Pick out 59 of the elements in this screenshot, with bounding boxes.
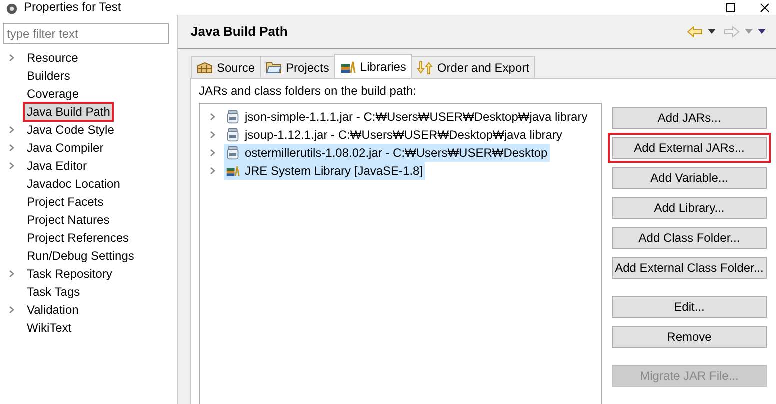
sidebar-item[interactable]: Coverage	[23, 84, 84, 104]
tab[interactable]: Source	[191, 56, 262, 78]
up-down-arrows-icon	[417, 60, 434, 74]
sidebar-item[interactable]: Project Natures	[23, 210, 114, 230]
chevron-icon[interactable]	[209, 167, 217, 175]
tab[interactable]: Projects	[260, 56, 336, 78]
filter-field[interactable]: type filter text	[3, 23, 169, 44]
sidebar-item[interactable]: Java Build Path	[23, 102, 114, 122]
sidebar-item[interactable]: Run/Debug Settings	[23, 246, 138, 266]
build-path-entry[interactable]: json-simple-1.1.1.jar - C:₩Users₩USER₩Desktop₩java library	[224, 108, 590, 126]
action-button[interactable]: Add External JARs...	[612, 137, 767, 159]
package-icon	[197, 60, 213, 74]
back-arrow-icon[interactable]	[687, 26, 703, 38]
sidebar-item[interactable]: Java Compiler	[23, 138, 108, 158]
tab[interactable]: Libraries	[334, 54, 412, 78]
chevron-icon[interactable]	[8, 54, 16, 62]
maximize-icon[interactable]	[726, 3, 736, 13]
action-button[interactable]: Add Library...	[612, 197, 767, 219]
page-title: Java Build Path	[191, 24, 288, 39]
chevron-icon[interactable]	[8, 270, 16, 278]
folder-icon	[266, 60, 282, 74]
sidebar-item[interactable]: WikiText	[23, 318, 76, 338]
sidebar-item[interactable]: Resource	[23, 48, 82, 68]
chevron-icon[interactable]	[209, 149, 217, 157]
action-button[interactable]: Add External Class Folder...	[612, 257, 767, 279]
chevron-icon[interactable]	[8, 306, 16, 314]
build-path-entry[interactable]: jsoup-1.12.1.jar - C:₩Users₩USER₩Desktop₩java library	[224, 126, 564, 144]
window-title: Properties for Test	[24, 0, 122, 15]
jar-icon	[226, 146, 240, 160]
jar-icon	[226, 110, 240, 124]
sidebar-item[interactable]: Javadoc Location	[23, 174, 124, 194]
action-button[interactable]: Add Variable...	[612, 167, 767, 189]
list-label: JARs and class folders on the build path:	[199, 84, 418, 98]
sidebar-item[interactable]: Project Facets	[23, 192, 108, 212]
chevron-icon[interactable]	[209, 131, 217, 139]
action-button[interactable]: Remove	[612, 326, 767, 348]
action-button[interactable]: Add JARs...	[612, 107, 767, 129]
tab[interactable]: Order and Export	[411, 56, 536, 78]
sidebar-item[interactable]: Validation	[23, 300, 83, 320]
close-icon[interactable]	[760, 3, 770, 13]
action-button[interactable]: Edit...	[612, 296, 767, 318]
chevron-icon[interactable]	[8, 162, 16, 170]
dropdown-icon[interactable]	[708, 29, 716, 34]
sidebar-item[interactable]: Java Editor	[23, 156, 92, 176]
menu-icon[interactable]	[758, 29, 766, 34]
sidebar-item[interactable]: Project References	[23, 228, 134, 248]
chevron-icon[interactable]	[8, 126, 16, 134]
books-icon	[226, 164, 240, 178]
build-path-entry[interactable]: JRE System Library [JavaSE-1.8]	[224, 162, 426, 180]
sidebar-item[interactable]: Builders	[23, 66, 74, 86]
jar-icon	[226, 128, 240, 142]
books-icon	[340, 60, 356, 74]
build-path-entry[interactable]: ostermillerutils-1.08.02.jar - C:₩Users₩USER₩Desktop	[224, 144, 550, 162]
sidebar-item[interactable]: Task Repository	[23, 264, 116, 284]
sidebar-item[interactable]: Task Tags	[23, 282, 84, 302]
chevron-icon[interactable]	[8, 144, 16, 152]
sidebar-item[interactable]: Java Code Style	[23, 120, 118, 140]
action-button[interactable]: Add Class Folder...	[612, 227, 767, 249]
chevron-icon[interactable]	[209, 113, 217, 121]
